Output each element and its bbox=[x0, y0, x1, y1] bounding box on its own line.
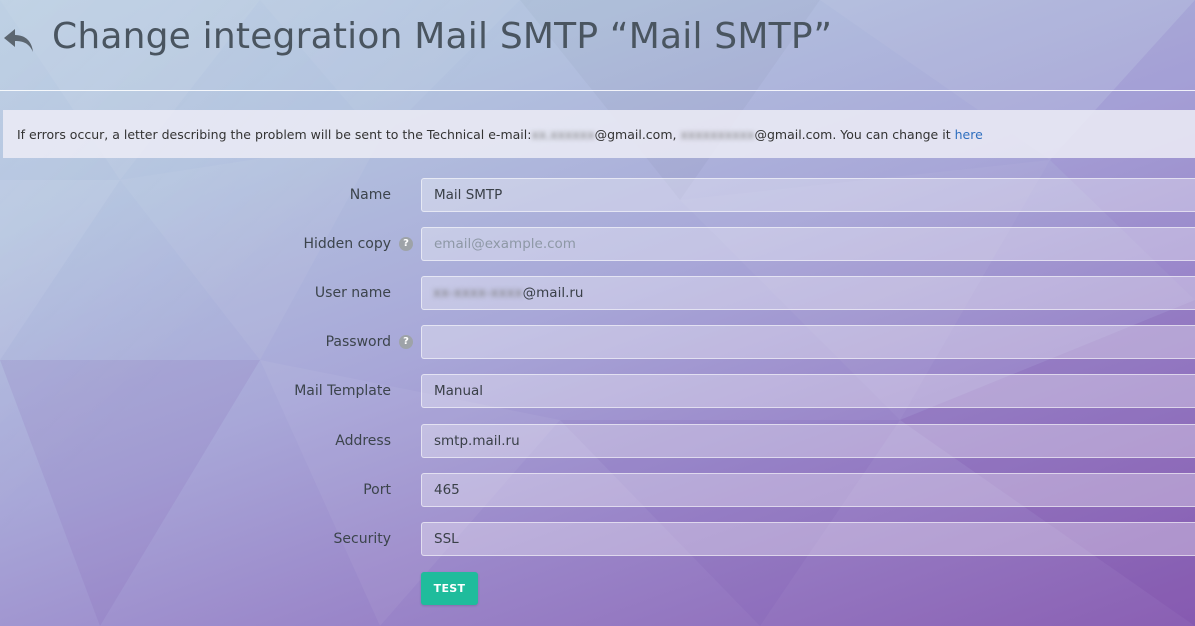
password-input[interactable] bbox=[421, 325, 1195, 359]
user-name-value: xx-xxxx-xxxx@mail.ru bbox=[433, 276, 583, 310]
technical-email-notice: If errors occur, a letter describing the… bbox=[3, 110, 1195, 158]
name-input[interactable] bbox=[421, 178, 1195, 212]
security-select[interactable] bbox=[421, 522, 1195, 556]
address-input[interactable] bbox=[421, 424, 1195, 458]
form-row-name: Name bbox=[0, 178, 1195, 212]
question-circle-icon[interactable]: ? bbox=[399, 335, 413, 349]
redacted-email-2: xxxxxxxxxx bbox=[680, 126, 755, 142]
change-email-link[interactable]: here bbox=[955, 127, 983, 142]
user-name-label: User name bbox=[314, 285, 391, 301]
password-label: Password bbox=[325, 334, 391, 350]
test-button[interactable]: TEST bbox=[421, 572, 478, 605]
form-row-port: Port bbox=[0, 473, 1195, 507]
form-row-mail-template: Mail Template bbox=[0, 374, 1195, 408]
hidden-copy-label: Hidden copy bbox=[303, 236, 391, 252]
user-name-domain: @mail.ru bbox=[522, 285, 584, 301]
form-row-security: Security bbox=[0, 522, 1195, 556]
port-input[interactable] bbox=[421, 473, 1195, 507]
undo-arrow-icon[interactable] bbox=[2, 26, 36, 56]
address-label: Address bbox=[335, 433, 391, 449]
form-row-hidden-copy: Hidden copy ? bbox=[0, 227, 1195, 261]
mail-template-label: Mail Template bbox=[294, 383, 391, 399]
page-title: Change integration Mail SMTP “Mail SMTP” bbox=[52, 16, 833, 57]
form-row-user-name: User name xx-xxxx-xxxx@mail.ru bbox=[0, 276, 1195, 310]
name-label: Name bbox=[349, 187, 391, 203]
port-label: Port bbox=[363, 482, 391, 498]
page-header: Change integration Mail SMTP “Mail SMTP” bbox=[0, 0, 1195, 91]
question-circle-icon[interactable]: ? bbox=[399, 237, 413, 251]
email-1-domain: @gmail.com, bbox=[594, 126, 677, 142]
security-label: Security bbox=[333, 531, 392, 547]
notice-text: If errors occur, a letter describing the… bbox=[17, 126, 532, 142]
redacted-email-1: xx.xxxxxx bbox=[531, 126, 595, 142]
form-row-address: Address bbox=[0, 424, 1195, 458]
email-2-domain: @gmail.com. You can change it bbox=[754, 126, 951, 142]
redacted-username: xx-xxxx-xxxx bbox=[433, 285, 523, 301]
hidden-copy-input[interactable] bbox=[421, 227, 1195, 261]
form-row-password: Password ? bbox=[0, 325, 1195, 359]
mail-template-select[interactable] bbox=[421, 374, 1195, 408]
